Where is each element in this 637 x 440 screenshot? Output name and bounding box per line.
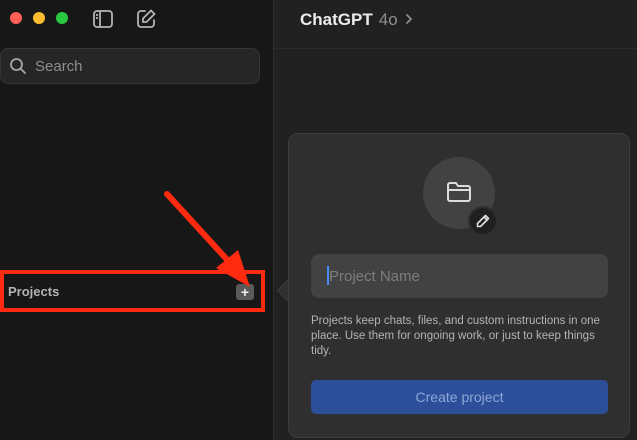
pencil-icon <box>476 214 490 228</box>
app-title: ChatGPT <box>300 10 373 29</box>
folder-icon <box>446 180 472 204</box>
edit-icon-button[interactable] <box>468 206 498 236</box>
new-project-popover: Projects keep chats, files, and custom i… <box>288 133 630 438</box>
project-description: Projects keep chats, files, and custom i… <box>311 315 600 357</box>
window-minimize-button[interactable] <box>33 12 45 24</box>
model-name: 4o <box>378 10 398 29</box>
search-icon <box>9 57 27 75</box>
projects-section-header: Projects + <box>0 270 265 312</box>
create-project-button[interactable]: Create project <box>311 380 608 414</box>
model-selector[interactable]: ChatGPT 4o <box>300 10 414 30</box>
search-input[interactable]: Search <box>0 48 260 84</box>
project-name-input[interactable] <box>311 254 608 298</box>
window-close-button[interactable] <box>10 12 22 24</box>
text-caret <box>327 266 329 285</box>
search-placeholder: Search <box>35 58 83 75</box>
sidebar: Search Projects + <box>0 0 274 440</box>
window-zoom-button[interactable] <box>56 12 68 24</box>
chevron-right-icon <box>404 10 414 24</box>
sidebar-toggle-icon[interactable] <box>92 8 114 30</box>
add-project-button[interactable]: + <box>236 284 254 300</box>
header-divider <box>274 48 637 49</box>
projects-label: Projects <box>8 284 60 299</box>
compose-icon[interactable] <box>135 8 157 30</box>
